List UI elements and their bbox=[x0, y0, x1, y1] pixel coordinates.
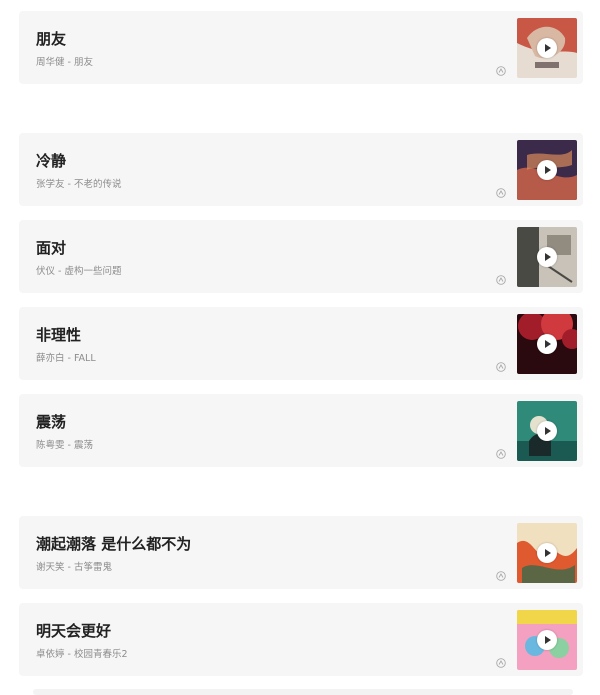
music-source-icon bbox=[496, 362, 506, 372]
song-card-7[interactable]: 明天会更好 卓依婷 - 校园青春乐2 bbox=[19, 603, 583, 676]
album-cover[interactable] bbox=[517, 314, 577, 374]
play-icon bbox=[545, 427, 551, 435]
play-button[interactable] bbox=[537, 38, 557, 58]
album-cover[interactable] bbox=[517, 610, 577, 670]
play-button[interactable] bbox=[537, 630, 557, 650]
album-cover[interactable] bbox=[517, 18, 577, 78]
play-button[interactable] bbox=[537, 334, 557, 354]
song-card-5[interactable]: 震荡 陈粤雯 - 震荡 bbox=[19, 394, 583, 467]
song-card-4[interactable]: 非理性 薛亦白 - FALL bbox=[19, 307, 583, 380]
play-button[interactable] bbox=[537, 421, 557, 441]
play-button[interactable] bbox=[537, 247, 557, 267]
play-button[interactable] bbox=[537, 543, 557, 563]
next-card-edge bbox=[33, 689, 573, 695]
play-icon bbox=[545, 44, 551, 52]
song-artist-album: 周华健 - 朋友 bbox=[36, 57, 93, 68]
song-artist-album: 薛亦白 - FALL bbox=[36, 353, 96, 364]
album-cover[interactable] bbox=[517, 401, 577, 461]
album-cover[interactable] bbox=[517, 227, 577, 287]
song-card-6[interactable]: 潮起潮落 是什么都不为 谢天笑 - 古筝雷鬼 bbox=[19, 516, 583, 589]
song-title: 冷静 bbox=[36, 152, 67, 170]
song-list-page: 朋友 周华健 - 朋友 冷静 张学友 - 不老的传说 面对 伏仪 - 虚构一些问… bbox=[0, 0, 600, 695]
song-title: 面对 bbox=[36, 239, 67, 257]
song-artist-album: 谢天笑 - 古筝雷鬼 bbox=[36, 562, 112, 573]
music-source-icon bbox=[496, 571, 506, 581]
play-icon bbox=[545, 340, 551, 348]
song-artist-album: 陈粤雯 - 震荡 bbox=[36, 440, 93, 451]
music-source-icon bbox=[496, 449, 506, 459]
song-artist-album: 张学友 - 不老的传说 bbox=[36, 179, 122, 190]
play-button[interactable] bbox=[537, 160, 557, 180]
song-title: 震荡 bbox=[36, 413, 67, 431]
song-title: 朋友 bbox=[36, 30, 67, 48]
song-artist-album: 卓依婷 - 校园青春乐2 bbox=[36, 649, 128, 660]
play-icon bbox=[545, 253, 551, 261]
play-icon bbox=[545, 549, 551, 557]
music-source-icon bbox=[496, 188, 506, 198]
song-card-1[interactable]: 朋友 周华健 - 朋友 bbox=[19, 11, 583, 84]
music-source-icon bbox=[496, 275, 506, 285]
song-title: 明天会更好 bbox=[36, 622, 112, 640]
song-card-3[interactable]: 面对 伏仪 - 虚构一些问题 bbox=[19, 220, 583, 293]
song-artist-album: 伏仪 - 虚构一些问题 bbox=[36, 266, 122, 277]
song-title: 潮起潮落 是什么都不为 bbox=[36, 535, 192, 553]
song-title: 非理性 bbox=[36, 326, 82, 344]
album-cover[interactable] bbox=[517, 140, 577, 200]
play-icon bbox=[545, 166, 551, 174]
music-source-icon bbox=[496, 66, 506, 76]
album-cover[interactable] bbox=[517, 523, 577, 583]
song-card-2[interactable]: 冷静 张学友 - 不老的传说 bbox=[19, 133, 583, 206]
music-source-icon bbox=[496, 658, 506, 668]
play-icon bbox=[545, 636, 551, 644]
